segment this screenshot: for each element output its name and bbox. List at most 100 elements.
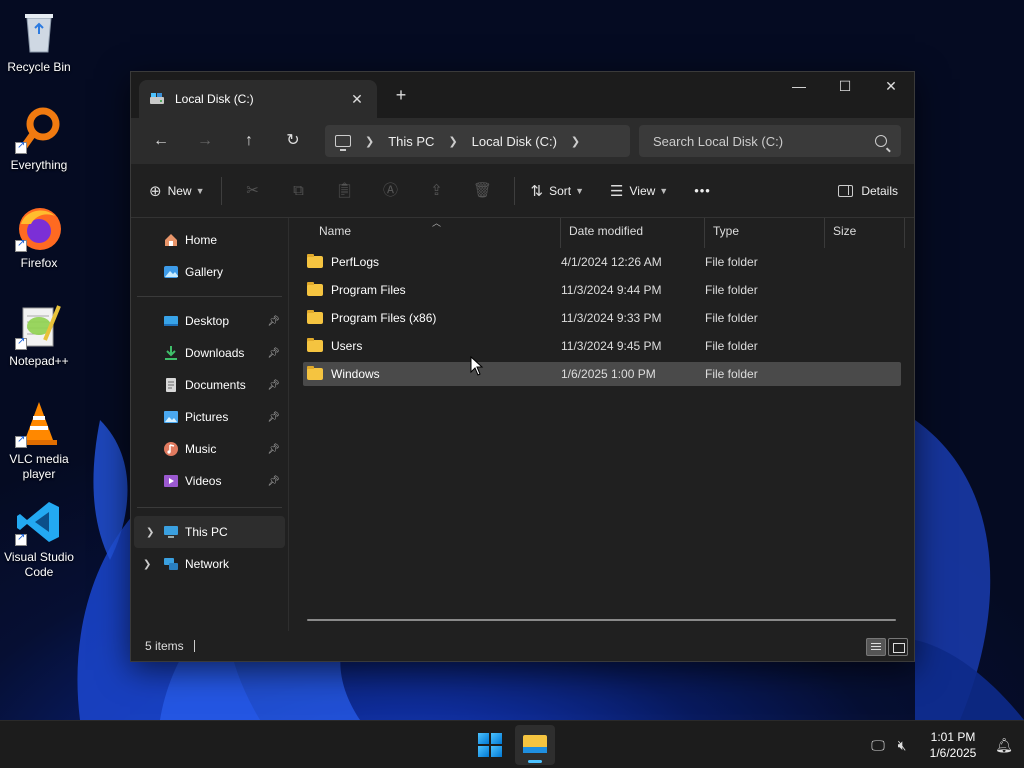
- sidebar-item-pictures[interactable]: Pictures 📌︎: [131, 401, 288, 433]
- file-row-selected[interactable]: Windows 1/6/2025 1:00 PM File folder: [303, 362, 901, 386]
- sidebar-item-this-pc[interactable]: ❯ This PC: [134, 516, 285, 548]
- forward-button[interactable]: →: [183, 125, 227, 157]
- pin-icon[interactable]: 📌︎: [267, 348, 280, 359]
- column-header-size[interactable]: Size: [825, 218, 905, 248]
- file-row[interactable]: Program Files 11/3/2024 9:44 PM File fol…: [303, 278, 901, 302]
- clock[interactable]: 1:01 PM 1/6/2025: [918, 729, 988, 761]
- network-icon: [163, 556, 179, 572]
- new-tab-button[interactable]: +: [389, 84, 413, 108]
- cut-icon[interactable]: ✂: [230, 175, 276, 207]
- sidebar-item-documents[interactable]: Documents 📌︎: [131, 369, 288, 401]
- maximize-button[interactable]: ☐: [822, 72, 868, 102]
- column-header-type[interactable]: Type: [705, 218, 825, 248]
- pin-icon[interactable]: 📌︎: [267, 316, 280, 327]
- sort-button[interactable]: ⇅ Sort ▼: [523, 175, 593, 207]
- pin-icon[interactable]: 📌︎: [267, 476, 280, 487]
- sidebar-item-network[interactable]: ❯ Network: [131, 548, 288, 580]
- column-headers: ︿ Name Date modified Type Size: [289, 218, 914, 248]
- folder-icon: [307, 254, 323, 268]
- address-bar[interactable]: ❯ This PC ❯ Local Disk (C:) ❯: [325, 125, 630, 157]
- column-header-date-modified[interactable]: Date modified: [561, 218, 705, 248]
- desktop-icon-firefox[interactable]: Firefox: [4, 204, 74, 271]
- new-button[interactable]: ⊕ New ▼: [141, 175, 213, 207]
- search-input[interactable]: [653, 133, 875, 149]
- sidebar-item-downloads[interactable]: Downloads 📌︎: [131, 337, 288, 369]
- pin-icon[interactable]: 📌︎: [267, 380, 280, 391]
- file-row[interactable]: PerfLogs 4/1/2024 12:26 AM File folder: [303, 250, 901, 274]
- details-view-icon[interactable]: [866, 638, 886, 656]
- desktop-icon-vlc[interactable]: VLC media player: [4, 400, 74, 482]
- active-indicator: [528, 760, 542, 763]
- file-explorer-window: Local Disk (C:) ✕ + — ☐ ✕ ← → ↑ ↻ ❯ This…: [130, 71, 915, 662]
- sidebar-item-home[interactable]: Home: [131, 224, 288, 256]
- paste-icon[interactable]: 📋︎: [322, 175, 368, 207]
- copy-icon[interactable]: ⧉: [276, 175, 322, 207]
- close-tab-icon[interactable]: ✕: [347, 89, 367, 109]
- file-row[interactable]: Program Files (x86) 11/3/2024 9:33 PM Fi…: [303, 306, 901, 330]
- close-window-button[interactable]: ✕: [868, 72, 914, 102]
- recycle-bin-icon: [15, 8, 63, 56]
- breadcrumb-local-disk[interactable]: Local Disk (C:): [472, 134, 557, 149]
- folder-icon: [307, 366, 323, 380]
- search-icon[interactable]: [875, 135, 887, 147]
- pin-icon[interactable]: 📌︎: [267, 444, 280, 455]
- chevron-right-icon[interactable]: ❯: [146, 527, 154, 538]
- taskbar-file-explorer-button[interactable]: [515, 725, 555, 765]
- notification-bell-icon[interactable]: 🔔︎: [992, 737, 1016, 754]
- horizontal-scrollbar[interactable]: [307, 619, 896, 621]
- delete-icon[interactable]: 🗑︎: [460, 175, 506, 207]
- vlc-cone-icon: [15, 400, 63, 448]
- search-box[interactable]: [639, 125, 901, 157]
- system-tray: 🖵︎ 🔇︎ 1:01 PM 1/6/2025 🔔︎: [866, 721, 1024, 768]
- windows-logo-icon: [491, 746, 502, 757]
- desktop-icon-recycle-bin[interactable]: Recycle Bin: [4, 8, 74, 75]
- tiles-view-icon[interactable]: [888, 638, 908, 656]
- gallery-icon: [163, 264, 179, 280]
- refresh-button[interactable]: ↻: [271, 125, 315, 157]
- folder-icon: [307, 338, 323, 352]
- breadcrumb-this-pc[interactable]: This PC: [388, 134, 434, 149]
- file-row[interactable]: Users 11/3/2024 9:45 PM File folder: [303, 334, 901, 358]
- title-bar[interactable]: Local Disk (C:) ✕ + — ☐ ✕: [131, 72, 914, 118]
- up-button[interactable]: ↑: [227, 125, 271, 157]
- folder-icon: [307, 282, 323, 296]
- shortcut-arrow-icon: [15, 140, 27, 154]
- details-label: Details: [861, 184, 898, 198]
- back-button[interactable]: ←: [139, 125, 183, 157]
- new-label: New: [167, 183, 192, 198]
- view-lines-icon: ☰: [610, 182, 624, 200]
- clock-time: 1:01 PM: [930, 730, 976, 744]
- sidebar-item-videos[interactable]: Videos 📌︎: [131, 465, 288, 497]
- separator: [137, 296, 282, 297]
- view-button[interactable]: ☰ View ▼: [602, 175, 676, 207]
- chevron-down-icon: ▼: [195, 185, 205, 196]
- details-button[interactable]: Details: [838, 175, 898, 207]
- chevron-down-icon: ▼: [575, 185, 585, 196]
- sort-label: Sort: [549, 183, 572, 198]
- chevron-right-icon[interactable]: ❯: [143, 559, 151, 570]
- sidebar-item-gallery[interactable]: Gallery: [131, 256, 288, 288]
- desktop-icon-everything[interactable]: Everything: [4, 106, 74, 173]
- desktop-icon-notepad-plus-plus[interactable]: Notepad++: [4, 302, 74, 369]
- pictures-icon: [163, 409, 179, 425]
- tab-local-disk[interactable]: Local Disk (C:) ✕: [139, 80, 377, 118]
- chevron-right-icon[interactable]: ❯: [571, 135, 580, 148]
- separator: [137, 507, 282, 508]
- desktop-icon-vscode[interactable]: Visual Studio Code: [4, 498, 74, 580]
- pin-icon[interactable]: 📌︎: [267, 412, 280, 423]
- minimize-button[interactable]: —: [776, 72, 822, 102]
- document-icon: [163, 377, 179, 393]
- volume-muted-icon[interactable]: 🔇︎: [890, 737, 914, 754]
- sidebar-item-desktop[interactable]: Desktop 📌︎: [131, 305, 288, 337]
- videos-icon: [163, 473, 179, 489]
- network-status-icon[interactable]: 🖵︎: [866, 737, 890, 754]
- sidebar-item-music[interactable]: Music 📌︎: [131, 433, 288, 465]
- folder-icon: [307, 310, 323, 324]
- share-icon[interactable]: ⇪: [414, 175, 460, 207]
- sort-icon: ⇅: [530, 182, 544, 200]
- taskbar: 🖵︎ 🔇︎ 1:01 PM 1/6/2025 🔔︎: [0, 720, 1024, 768]
- more-options-button[interactable]: •••: [686, 175, 719, 207]
- start-button[interactable]: [478, 733, 502, 757]
- rename-icon[interactable]: Ⓐ: [368, 175, 414, 207]
- column-header-name[interactable]: Name: [289, 218, 561, 248]
